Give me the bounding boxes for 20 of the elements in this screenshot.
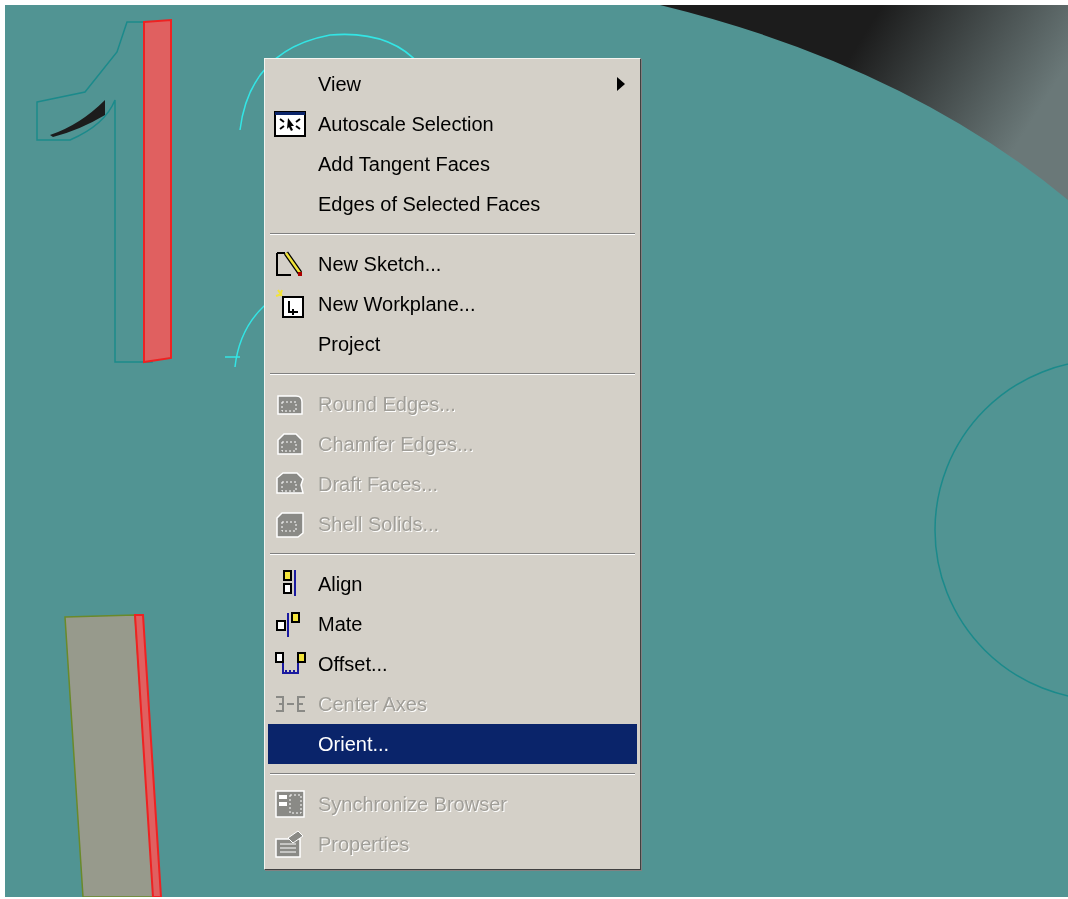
menu-item[interactable]: Orient... xyxy=(268,724,637,764)
menu-item[interactable]: Align xyxy=(268,564,637,604)
menu-item[interactable]: Project xyxy=(268,324,637,364)
browser-sync-icon xyxy=(274,789,306,819)
autoscale-icon xyxy=(274,111,306,137)
pencil-sketch-icon xyxy=(274,249,304,279)
submenu-arrow-icon xyxy=(617,77,625,91)
menu-item[interactable]: New Workplane... xyxy=(268,284,637,324)
menu-item[interactable]: Offset... xyxy=(268,644,637,684)
menu-item[interactable]: View xyxy=(268,64,637,104)
properties-icon xyxy=(274,829,306,859)
new-plane-icon xyxy=(274,288,306,320)
solid-feature-icon xyxy=(274,430,306,458)
menu-item[interactable]: Edges of Selected Faces xyxy=(268,184,637,224)
menu-item[interactable]: Add Tangent Faces xyxy=(268,144,637,184)
menu-item[interactable]: Autoscale Selection xyxy=(268,104,637,144)
menu-item[interactable]: New Sketch... xyxy=(268,244,637,284)
center-axes-icon xyxy=(274,693,308,715)
solid-feature-icon xyxy=(274,510,306,538)
menu-item[interactable]: Mate xyxy=(268,604,637,644)
